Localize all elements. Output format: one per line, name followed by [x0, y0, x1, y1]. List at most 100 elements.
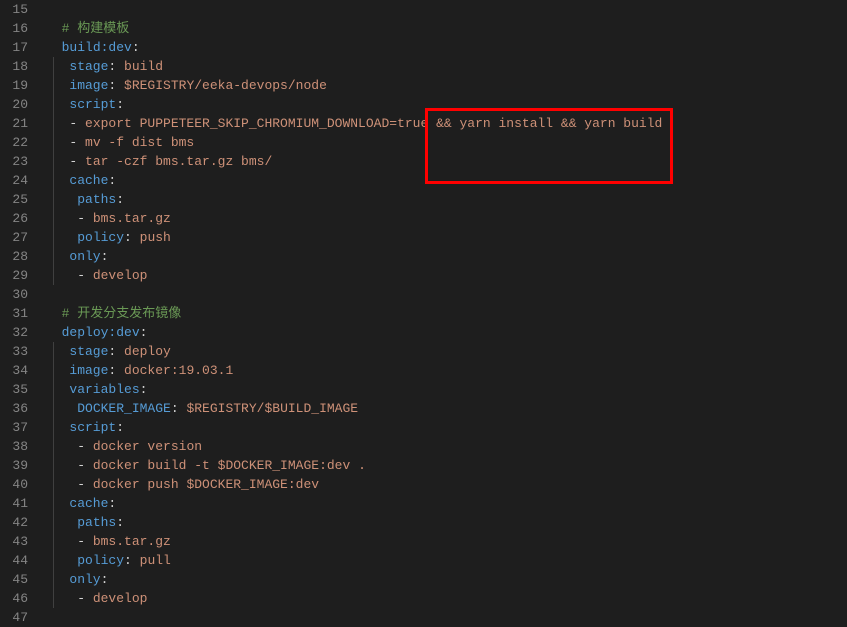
token-punct: :	[124, 553, 140, 568]
token-punct: :	[140, 325, 148, 340]
code-line[interactable]: stage: build	[46, 57, 847, 76]
indent-guide	[53, 380, 54, 399]
token-whitespace	[46, 268, 77, 283]
code-line[interactable]: - bms.tar.gz	[46, 532, 847, 551]
token-whitespace	[46, 59, 69, 74]
code-area[interactable]: # 构建模板 build:dev: stage: build image: $R…	[42, 0, 847, 622]
code-line[interactable]: - docker build -t $DOCKER_IMAGE:dev .	[46, 456, 847, 475]
code-line[interactable]	[46, 0, 847, 19]
code-line[interactable]: stage: deploy	[46, 342, 847, 361]
code-line[interactable]: - mv -f dist bms	[46, 133, 847, 152]
line-number: 22	[0, 133, 28, 152]
line-number: 34	[0, 361, 28, 380]
token-str: $REGISTRY/eeka-devops/node	[124, 78, 327, 93]
code-line[interactable]: - tar -czf bms.tar.gz bms/	[46, 152, 847, 171]
code-line[interactable]: image: docker:19.03.1	[46, 361, 847, 380]
token-punct: :	[108, 363, 124, 378]
code-line[interactable]: policy: push	[46, 228, 847, 247]
token-whitespace	[46, 173, 69, 188]
indent-guide	[53, 437, 54, 456]
code-editor[interactable]: 1516171819202122232425262728293031323334…	[0, 0, 847, 622]
code-line[interactable]: DOCKER_IMAGE: $REGISTRY/$BUILD_IMAGE	[46, 399, 847, 418]
code-line[interactable]: # 开发分支发布镜像	[46, 304, 847, 323]
code-line[interactable]: - export PUPPETEER_SKIP_CHROMIUM_DOWNLOA…	[46, 114, 847, 133]
token-str: docker push $DOCKER_IMAGE:dev	[93, 477, 319, 492]
token-str: $REGISTRY/$BUILD_IMAGE	[186, 401, 358, 416]
code-line[interactable]: - develop	[46, 589, 847, 608]
token-punct: :	[101, 572, 109, 587]
token-punct: :	[108, 59, 124, 74]
token-whitespace	[46, 458, 77, 473]
line-number: 36	[0, 399, 28, 418]
code-line[interactable]: paths:	[46, 513, 847, 532]
indent-guide	[53, 57, 54, 76]
token-whitespace	[46, 553, 77, 568]
line-number: 31	[0, 304, 28, 323]
indent-guide	[53, 266, 54, 285]
token-str: pull	[140, 553, 171, 568]
token-whitespace	[46, 515, 77, 530]
line-number: 24	[0, 171, 28, 190]
line-number: 44	[0, 551, 28, 570]
code-line[interactable]: paths:	[46, 190, 847, 209]
line-number: 35	[0, 380, 28, 399]
token-whitespace	[46, 439, 77, 454]
indent-guide	[53, 475, 54, 494]
token-punct: :	[116, 420, 124, 435]
token-whitespace	[46, 477, 77, 492]
token-comment: # 构建模板	[62, 21, 130, 36]
indent-guide	[53, 76, 54, 95]
code-line[interactable]: # 构建模板	[46, 19, 847, 38]
code-line[interactable]	[46, 285, 847, 304]
indent-guide	[53, 133, 54, 152]
code-line[interactable]: script:	[46, 95, 847, 114]
indent-guide	[53, 152, 54, 171]
token-key: only	[69, 249, 100, 264]
code-line[interactable]: policy: pull	[46, 551, 847, 570]
code-line[interactable]: - develop	[46, 266, 847, 285]
indent-guide	[53, 190, 54, 209]
token-whitespace	[46, 401, 77, 416]
code-line[interactable]: script:	[46, 418, 847, 437]
code-line[interactable]: deploy:dev:	[46, 323, 847, 342]
token-punct: :	[108, 78, 124, 93]
code-line[interactable]: - docker version	[46, 437, 847, 456]
token-whitespace	[46, 21, 62, 36]
code-line[interactable]: image: $REGISTRY/eeka-devops/node	[46, 76, 847, 95]
code-line[interactable]: - bms.tar.gz	[46, 209, 847, 228]
token-whitespace	[46, 40, 62, 55]
code-line[interactable]: cache:	[46, 171, 847, 190]
token-comment: # 开发分支发布镜像	[62, 306, 182, 321]
line-number: 15	[0, 0, 28, 19]
token-key: variables	[69, 382, 139, 397]
indent-guide	[53, 209, 54, 228]
token-punct: :	[132, 40, 140, 55]
token-punct: :	[124, 230, 140, 245]
token-whitespace	[46, 496, 69, 511]
line-number: 41	[0, 494, 28, 513]
code-line[interactable]: build:dev:	[46, 38, 847, 57]
token-whitespace	[46, 382, 69, 397]
token-str: mv -f dist bms	[85, 135, 194, 150]
token-punct: :	[116, 192, 124, 207]
code-line[interactable]: variables:	[46, 380, 847, 399]
line-number: 37	[0, 418, 28, 437]
token-whitespace	[46, 192, 77, 207]
token-key: image	[69, 78, 108, 93]
indent-guide	[53, 399, 54, 418]
code-line[interactable]: only:	[46, 247, 847, 266]
code-line[interactable]	[46, 608, 847, 627]
token-punct: -	[77, 534, 93, 549]
code-line[interactable]: only:	[46, 570, 847, 589]
indent-guide	[53, 570, 54, 589]
token-punct: :	[171, 401, 187, 416]
token-whitespace	[46, 211, 77, 226]
token-punct: -	[77, 439, 93, 454]
code-line[interactable]: - docker push $DOCKER_IMAGE:dev	[46, 475, 847, 494]
token-str: docker version	[93, 439, 202, 454]
token-whitespace	[46, 230, 77, 245]
indent-guide	[53, 589, 54, 608]
code-line[interactable]: cache:	[46, 494, 847, 513]
line-number: 17	[0, 38, 28, 57]
line-number: 28	[0, 247, 28, 266]
